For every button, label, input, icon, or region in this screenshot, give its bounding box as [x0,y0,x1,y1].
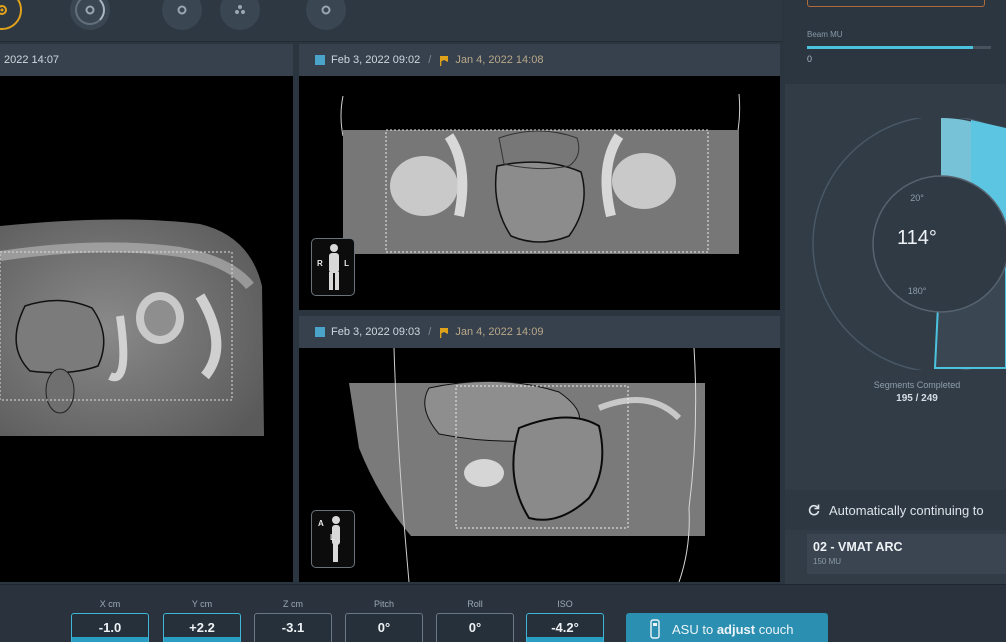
shift-roll-value: 0° [468,620,482,635]
asu-adjust-couch-button[interactable]: ASU to adjust couch [626,613,828,642]
orientation-r: R [317,259,323,268]
shift-y-value: +2.2 [189,620,215,635]
sagittal-view-header: Feb 3, 2022 09:03 / Jan 4, 2022 14:09 [299,316,780,348]
refresh-icon [808,504,820,516]
toolbar-button-5[interactable] [306,0,346,30]
axial-ct-image [0,219,264,436]
shift-pitch-value: 0° [377,620,391,635]
date-separator: / [428,54,432,66]
body-figure-icon [329,244,339,290]
coronal-view[interactable]: R L [299,76,780,310]
coronal-date-1: Feb 3, 2022 09:02 [331,54,421,66]
couch-shift-bar: X cm -1.0 Y cm +2.2 Z cm -3.1 Pitch 0° R… [0,584,1006,642]
sagittal-date-1: Feb 3, 2022 09:03 [331,326,421,338]
toolbar-button-2[interactable] [70,0,110,30]
shift-z-field[interactable]: -3.1 [254,613,332,642]
toolbar-button-4[interactable] [220,0,260,30]
gear-icon [177,5,187,15]
orientation-l: L [330,533,335,542]
top-toolbar [0,0,782,42]
shift-z-label: Z cm [283,599,303,609]
shift-y-field[interactable]: +2.2 [163,613,241,642]
shift-x: X cm -1.0 [70,585,150,642]
gear-icon [321,5,331,15]
left-view-header: 2022 14:07 [0,44,293,76]
shift-pitch-field[interactable]: 0° [345,613,423,642]
sagittal-date-2: Jan 4, 2022 14:09 [455,326,544,338]
coronal-ct-image [340,93,741,254]
next-field-card[interactable]: 02 - VMAT ARC 150 MU [807,534,1006,574]
coronal-date-2: Jan 4, 2022 14:08 [455,54,544,66]
shift-pitch: Pitch 0° [344,585,424,642]
radiation-icon [235,5,245,14]
segments-completed-value: 195 / 249 [896,393,938,404]
image-square-icon [315,55,325,65]
beam-mu-label: Beam MU [807,30,843,39]
beam-mu-progress [807,46,991,49]
sagittal-view[interactable]: A L [299,348,780,582]
toolbar-button-3[interactable] [162,0,202,30]
shift-z: Z cm -3.1 [253,585,333,642]
gantry-angle-value: 114° [897,227,937,249]
status-bar-edge [807,0,985,7]
shift-x-value: -1.0 [98,620,122,635]
orientation-figure-al: A L [311,510,355,568]
left-view-date: 2022 14:07 [4,54,60,66]
toolbar-button-1[interactable] [0,0,22,30]
date-separator: / [428,326,432,338]
orientation-l: L [344,259,349,268]
orientation-a: A [318,519,324,528]
next-field-title: 02 - VMAT ARC [813,540,903,554]
shift-roll-field[interactable]: 0° [436,613,514,642]
shift-pitch-label: Pitch [373,599,394,609]
next-field-mu: 150 MU [813,557,842,566]
asu-suffix: couch [758,621,794,637]
shift-x-field[interactable]: -1.0 [71,613,149,642]
shift-iso-value: -4.2° [551,620,579,635]
asu-bold: adjust [716,621,756,637]
auto-continue-text: Automatically continuing to [829,502,984,518]
asu-button-label: ASU to adjust couch [672,622,793,637]
flag-icon [440,55,449,66]
shift-iso-field[interactable]: -4.2° [526,613,604,642]
flag-icon [440,327,449,338]
auto-continue-row: Automatically continuing to [785,490,1006,530]
gantry-tick-bottom: 180° [907,286,927,296]
shift-y-label: Y cm [191,599,213,609]
sagittal-ct-image [349,348,705,582]
shift-x-label: X cm [99,599,121,609]
remote-icon [650,619,660,639]
gear-icon [0,5,7,15]
gantry-tick-top: 20° [910,193,924,203]
shift-roll: Roll 0° [435,585,515,642]
shift-iso-label: ISO [557,599,573,609]
shift-z-value: -3.1 [281,620,305,635]
axial-view[interactable] [0,76,293,582]
image-square-icon [315,327,325,337]
shift-roll-label: Roll [467,599,483,609]
beam-mu-progress-fill [807,46,973,49]
shift-y: Y cm +2.2 [162,585,242,642]
segments-completed-label: Segments Completed [873,380,961,390]
beam-mu-section: Beam MU 0 [785,0,1006,84]
treatment-status-panel: Beam MU 0 20° 114° 180° Segments Complet… [785,0,1006,642]
shift-iso: ISO -4.2° [525,585,605,642]
orientation-figure-rl: R L [311,238,355,296]
asu-prefix: ASU to [672,621,714,637]
beam-mu-value: 0 [807,54,813,64]
coronal-view-header: Feb 3, 2022 09:02 / Jan 4, 2022 14:08 [299,44,780,76]
